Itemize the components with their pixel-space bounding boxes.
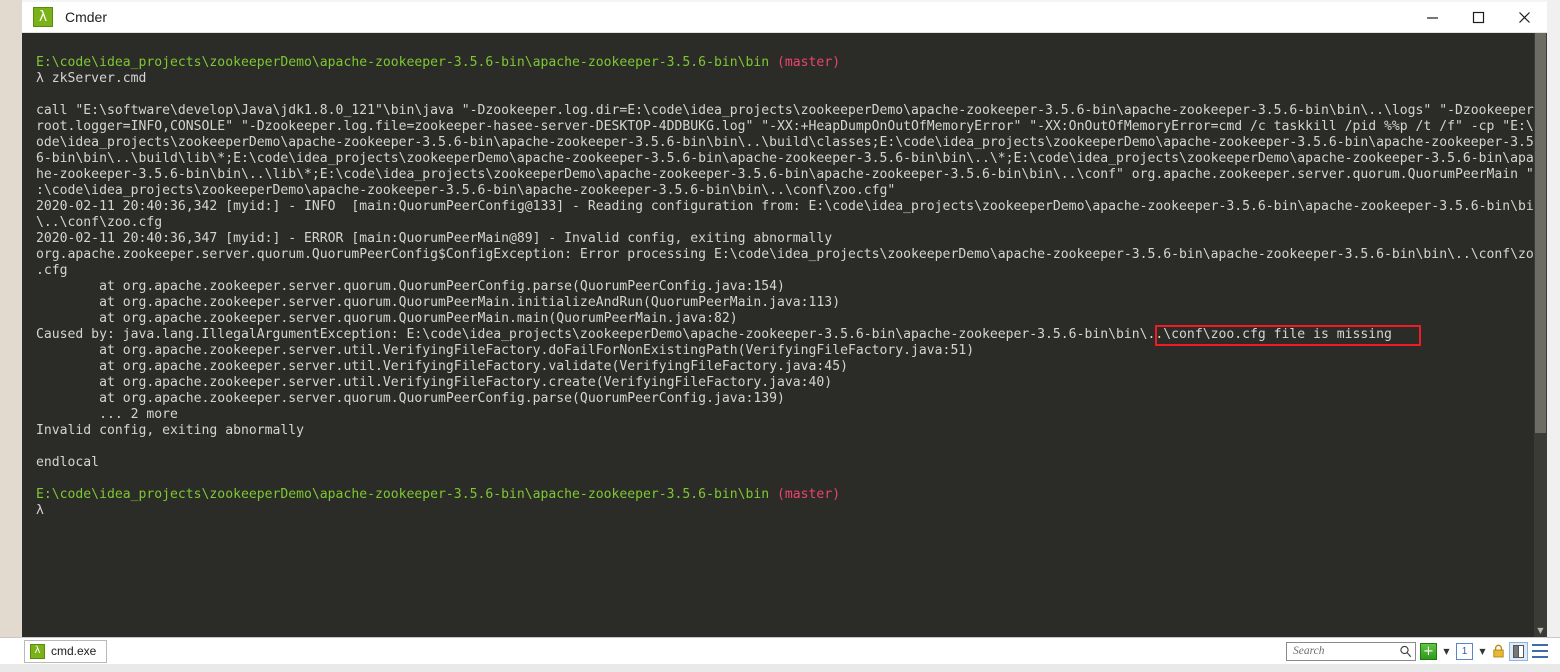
terminal-line-text: at org.apache.zookeeper.server.util.Veri… (36, 375, 833, 390)
git-branch-label: (master) (777, 487, 841, 502)
scrollbar-thumb[interactable] (1535, 33, 1546, 433)
terminal-line (36, 471, 1534, 487)
cmder-window: λ Cmder E:\code\idea_projects\zookeeperD… (0, 0, 1560, 672)
terminal-line-text: endlocal (36, 455, 100, 470)
terminal-line-text: org.apache.zookeeper.server.quorum.Quoru… (36, 247, 1542, 262)
scroll-down-arrow[interactable]: ▼ (1534, 624, 1547, 637)
tab-cmd-exe[interactable]: λ cmd.exe (24, 639, 108, 663)
terminal-line: ... 2 more (36, 407, 1534, 423)
tab-label: cmd.exe (51, 644, 97, 658)
lock-icon[interactable] (1492, 642, 1505, 661)
terminal-line-text: ... 2 more (36, 407, 178, 422)
terminal-line: at org.apache.zookeeper.server.quorum.Qu… (36, 311, 1534, 327)
terminal-line: \..\conf\zoo.cfg (36, 215, 1534, 231)
terminal-line: org.apache.zookeeper.server.quorum.Quoru… (36, 247, 1542, 263)
terminal-line: at org.apache.zookeeper.server.quorum.Qu… (36, 295, 1534, 311)
git-branch-label: (master) (777, 55, 841, 70)
magnifier-icon (1399, 645, 1412, 658)
terminal-line (36, 39, 1534, 55)
window-title: Cmder (65, 9, 108, 25)
terminal-line: 6-bin\bin\..\build\lib\*;E:\code\idea_pr… (36, 151, 1542, 167)
terminal-line-text: E:\code\idea_projects\zookeeperDemo\apac… (36, 55, 778, 70)
terminal-line-text: call "E:\software\develop\Java\jdk1.8.0_… (36, 103, 1542, 118)
search-input[interactable]: Search (1286, 641, 1416, 661)
terminal-line-text (36, 439, 44, 454)
terminal-line: λ (36, 503, 1534, 519)
terminal-line-text: λ (36, 503, 44, 518)
terminal-line: root.logger=INFO,CONSOLE" "-Dzookeeper.l… (36, 119, 1542, 135)
terminal-line (36, 439, 1534, 455)
terminal-line-text: at org.apache.zookeeper.server.util.Veri… (36, 359, 848, 374)
terminal-line-text: Invalid config, exiting abnormally (36, 423, 305, 438)
terminal-line: at org.apache.zookeeper.server.util.Veri… (36, 375, 1534, 391)
terminal-line-text (36, 471, 44, 486)
terminal-line: E:\code\idea_projects\zookeeperDemo\apac… (36, 487, 1534, 503)
hamburger-menu-icon (1532, 644, 1548, 658)
tab-list-dropdown[interactable]: ▼ (1477, 643, 1488, 660)
terminal-line: :\code\idea_projects\zookeeperDemo\apach… (36, 183, 1534, 199)
terminal-line: Caused by: java.lang.IllegalArgumentExce… (36, 327, 1534, 343)
new-console-button[interactable]: + (1420, 642, 1437, 661)
close-button[interactable] (1501, 2, 1547, 33)
terminal-line: at org.apache.zookeeper.server.util.Veri… (36, 343, 1534, 359)
terminal-line-text: 2020-02-11 20:40:36,342 [myid:] - INFO [… (36, 199, 1542, 214)
terminal-line-text: he-zookeeper-3.5.6-bin\bin\..\lib\*;E:\c… (36, 167, 1542, 182)
terminal-line-text: at org.apache.zookeeper.server.quorum.Qu… (36, 391, 785, 406)
terminal-line-list: E:\code\idea_projects\zookeeperDemo\apac… (22, 39, 1542, 519)
terminal-line: he-zookeeper-3.5.6-bin\bin\..\lib\*;E:\c… (36, 167, 1542, 183)
new-console-dropdown[interactable]: ▼ (1441, 643, 1452, 660)
terminal-line-text (36, 87, 44, 102)
terminal-line: λ zkServer.cmd (36, 71, 1534, 87)
hamburger-menu-button[interactable] (1532, 642, 1548, 661)
desktop-strip-right (1547, 0, 1560, 672)
terminal-line-text: ode\idea_projects\zookeeperDemo\apache-z… (36, 135, 1542, 150)
terminal-line: at org.apache.zookeeper.server.quorum.Qu… (36, 391, 1534, 407)
terminal-line-text: at org.apache.zookeeper.server.quorum.Qu… (36, 279, 785, 294)
terminal-line-text: root.logger=INFO,CONSOLE" "-Dzookeeper.l… (36, 119, 1542, 134)
maximize-button[interactable] (1455, 2, 1501, 33)
terminal-line-text: at org.apache.zookeeper.server.quorum.Qu… (36, 311, 738, 326)
minimize-button[interactable] (1409, 2, 1455, 33)
lambda-icon: λ (33, 7, 53, 27)
terminal-line: 2020-02-11 20:40:36,347 [myid:] - ERROR … (36, 231, 1534, 247)
terminal-line-text: \..\conf\zoo.cfg (36, 215, 163, 230)
terminal-line: 2020-02-11 20:40:36,342 [myid:] - INFO [… (36, 199, 1542, 215)
terminal-line-text: Caused by: java.lang.IllegalArgumentExce… (36, 327, 1392, 342)
terminal-output[interactable]: E:\code\idea_projects\zookeeperDemo\apac… (22, 33, 1547, 637)
terminal-line-text (36, 39, 44, 54)
terminal-line: .cfg (36, 263, 1534, 279)
terminal-line-text: 6-bin\bin\..\build\lib\*;E:\code\idea_pr… (36, 151, 1542, 166)
status-bar: λ cmd.exe Search + ▼ 1 ▼ (0, 637, 1560, 664)
status-bar-controls: Search + ▼ 1 ▼ (1286, 641, 1548, 661)
terminal-line: at org.apache.zookeeper.server.quorum.Qu… (36, 279, 1534, 295)
terminal-line: endlocal (36, 455, 1534, 471)
terminal-line-text: at org.apache.zookeeper.server.quorum.Qu… (36, 295, 841, 310)
terminal-scrollbar[interactable]: ▲ ▼ (1534, 33, 1547, 637)
terminal-line: call "E:\software\develop\Java\jdk1.8.0_… (36, 103, 1542, 119)
active-tab-indicator[interactable]: 1 (1456, 642, 1473, 661)
plus-icon: + (1420, 642, 1437, 660)
terminal-line (36, 87, 1534, 103)
terminal-line: ode\idea_projects\zookeeperDemo\apache-z… (36, 135, 1542, 151)
split-pane-icon (1509, 641, 1528, 661)
terminal-line-text: λ zkServer.cmd (36, 71, 147, 86)
terminal-line-text: E:\code\idea_projects\zookeeperDemo\apac… (36, 487, 778, 502)
lambda-icon: λ (30, 643, 45, 659)
terminal-line: at org.apache.zookeeper.server.util.Veri… (36, 359, 1534, 375)
desktop-strip-left (0, 0, 22, 672)
terminal-line-text: :\code\idea_projects\zookeeperDemo\apach… (36, 183, 896, 198)
terminal-line: Invalid config, exiting abnormally (36, 423, 1534, 439)
split-pane-button[interactable] (1509, 641, 1528, 661)
tab-count-label: 1 (1456, 642, 1473, 660)
title-bar: λ Cmder (22, 2, 1547, 33)
search-placeholder: Search (1293, 645, 1325, 657)
terminal-line: E:\code\idea_projects\zookeeperDemo\apac… (36, 55, 1534, 71)
terminal-line-text: 2020-02-11 20:40:36,347 [myid:] - ERROR … (36, 231, 833, 246)
terminal-line-text: at org.apache.zookeeper.server.util.Veri… (36, 343, 975, 358)
terminal-line-text: .cfg (36, 263, 68, 278)
